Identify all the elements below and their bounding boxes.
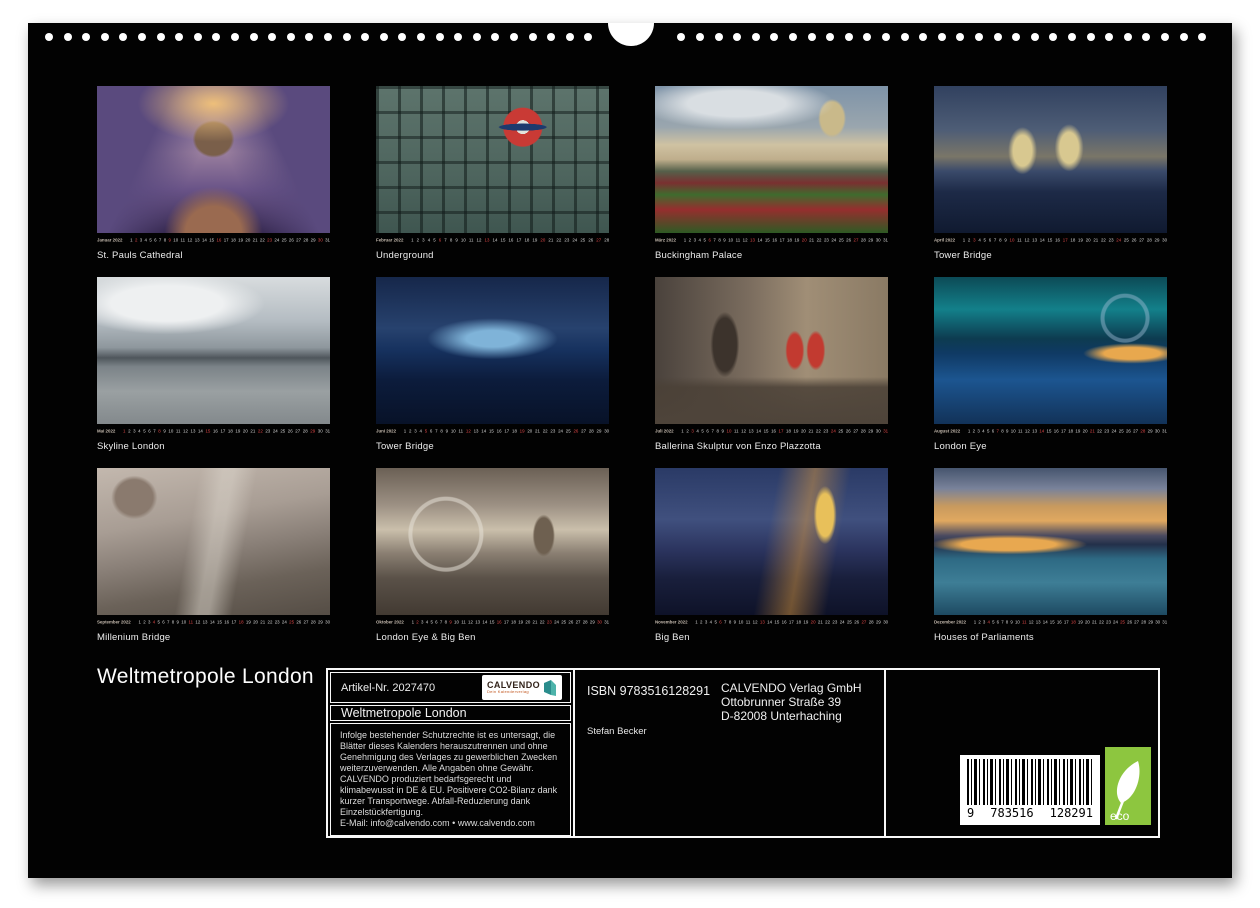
eco-badge: eco — [1105, 747, 1151, 825]
photo-caption: Tower Bridge — [376, 441, 609, 452]
month-label: April 2022 — [934, 237, 955, 242]
mini-calendar-strip: März 20221234567891011121314151617181920… — [655, 235, 888, 245]
month-photo — [376, 468, 609, 615]
product-info-box: Artikel-Nr. 2027470 CALVENDO Dein Kalend… — [326, 668, 1160, 838]
month-cell: Juni 20221234567891011121314151617181920… — [376, 277, 609, 452]
calvendo-logo: CALVENDO Dein Kalenderverlag — [482, 675, 562, 700]
legal-paragraph: CALVENDO produziert bedarfsgerecht und k… — [340, 774, 561, 818]
barcode-digit-group: 128291 — [1050, 806, 1093, 820]
info-column-right: 9 783516 128291 eco — [884, 670, 1158, 836]
info-column-middle: ISBN 9783516128291 Stefan Becker CALVEND… — [573, 670, 884, 836]
mini-calendar-strip: Juni 20221234567891011121314151617181920… — [376, 426, 609, 436]
calendar-back-page: Januar 202212345678910111213141516171819… — [28, 23, 1232, 878]
month-photo — [655, 468, 888, 615]
mini-calendar-strip: November 2022123456789101112131415161718… — [655, 617, 888, 627]
month-label: Januar 2022 — [97, 237, 122, 242]
barcode-bars — [967, 759, 1093, 805]
artikel-box: Artikel-Nr. 2027470 CALVENDO Dein Kalend… — [330, 672, 571, 703]
month-cell: Dezember 2022123456789101112131415161718… — [934, 468, 1167, 643]
calendar-title-box: Weltmetropole London — [330, 705, 571, 721]
month-label: Mai 2022 — [97, 428, 115, 433]
mini-calendar-strip: Februar 20221234567891011121314151617181… — [376, 235, 609, 245]
month-label: November 2022 — [655, 619, 688, 624]
month-photo — [97, 86, 330, 233]
legal-text-box: Infolge bestehender Schutzrechte ist es … — [330, 723, 571, 836]
month-cell: Mai 202212345678910111213141516171819202… — [97, 277, 330, 452]
month-label: September 2022 — [97, 619, 131, 624]
photo-caption: Ballerina Skulptur von Enzo Plazzotta — [655, 441, 888, 452]
author-name: Stefan Becker — [587, 726, 647, 737]
month-label: August 2022 — [934, 428, 960, 433]
artikel-number: Artikel-Nr. 2027470 — [341, 682, 435, 694]
month-photo — [934, 468, 1167, 615]
mini-calendar-strip: Januar 202212345678910111213141516171819… — [97, 235, 330, 245]
month-cell: Juli 20221234567891011121314151617181920… — [655, 277, 888, 452]
month-cell: August 202212345678910111213141516171819… — [934, 277, 1167, 452]
photo-caption: Tower Bridge — [934, 250, 1167, 261]
legal-paragraph: E-Mail: info@calvendo.com • www.calvendo… — [340, 818, 561, 829]
publisher-address: CALVENDO Verlag GmbH Ottobrunner Straße … — [721, 682, 862, 723]
month-label: Juni 2022 — [376, 428, 396, 433]
calvendo-logo-tagline: Dein Kalenderverlag — [487, 690, 540, 694]
photo-caption: Underground — [376, 250, 609, 261]
month-photo — [97, 468, 330, 615]
page-title: Weltmetropole London — [97, 665, 314, 689]
month-label: Dezember 2022 — [934, 619, 966, 624]
photo-caption: Houses of Parliaments — [934, 632, 1167, 643]
photo-caption: London Eye — [934, 441, 1167, 452]
month-photo — [934, 86, 1167, 233]
month-cell: Februar 20221234567891011121314151617181… — [376, 86, 609, 261]
month-cell: November 2022123456789101112131415161718… — [655, 468, 888, 643]
info-column-left: Artikel-Nr. 2027470 CALVENDO Dein Kalend… — [328, 670, 573, 836]
month-cell: Oktober 20221234567891011121314151617181… — [376, 468, 609, 643]
mini-calendar-strip: Oktober 20221234567891011121314151617181… — [376, 617, 609, 627]
photo-caption: Big Ben — [655, 632, 888, 643]
month-label: Februar 2022 — [376, 237, 403, 242]
calendar-title: Weltmetropole London — [341, 706, 467, 720]
mini-calendar-strip: Dezember 2022123456789101112131415161718… — [934, 617, 1167, 627]
calvendo-book-icon — [543, 679, 557, 697]
month-photo — [655, 86, 888, 233]
publisher-city: D-82008 Unterhaching — [721, 710, 862, 724]
publisher-street: Ottobrunner Straße 39 — [721, 696, 862, 710]
photo-caption: London Eye & Big Ben — [376, 632, 609, 643]
thumbnail-grid: Januar 202212345678910111213141516171819… — [97, 86, 1167, 643]
mini-calendar-strip: August 202212345678910111213141516171819… — [934, 426, 1167, 436]
month-cell: März 20221234567891011121314151617181920… — [655, 86, 888, 261]
mini-calendar-strip: September 202212345678910111213141516171… — [97, 617, 330, 627]
month-cell: April 2022123456789101112131415161718192… — [934, 86, 1167, 261]
ean-barcode: 9 783516 128291 — [960, 755, 1100, 825]
publisher-name: CALVENDO Verlag GmbH — [721, 682, 862, 696]
month-photo — [655, 277, 888, 424]
photo-caption: St. Pauls Cathedral — [97, 250, 330, 261]
mini-calendar-strip: Mai 202212345678910111213141516171819202… — [97, 426, 330, 436]
eco-label: eco — [1110, 809, 1129, 823]
legal-paragraph: Infolge bestehender Schutzrechte ist es … — [340, 730, 561, 774]
barcode-digit-group: 9 — [967, 806, 974, 820]
month-photo — [97, 277, 330, 424]
isbn-number: ISBN 9783516128291 — [587, 684, 710, 698]
mini-calendar-strip: April 2022123456789101112131415161718192… — [934, 235, 1167, 245]
month-photo — [376, 277, 609, 424]
month-photo — [376, 86, 609, 233]
month-photo — [934, 277, 1167, 424]
month-cell: Januar 202212345678910111213141516171819… — [97, 86, 330, 261]
barcode-digit-group: 783516 — [990, 806, 1033, 820]
month-label: Oktober 2022 — [376, 619, 404, 624]
mini-calendar-strip: Juli 20221234567891011121314151617181920… — [655, 426, 888, 436]
photo-caption: Millenium Bridge — [97, 632, 330, 643]
photo-caption: Buckingham Palace — [655, 250, 888, 261]
month-label: März 2022 — [655, 237, 676, 242]
month-label: Juli 2022 — [655, 428, 674, 433]
hanger-hole — [608, 23, 654, 46]
barcode-digits: 9 783516 128291 — [967, 806, 1093, 820]
photo-caption: Skyline London — [97, 441, 330, 452]
month-cell: September 202212345678910111213141516171… — [97, 468, 330, 643]
